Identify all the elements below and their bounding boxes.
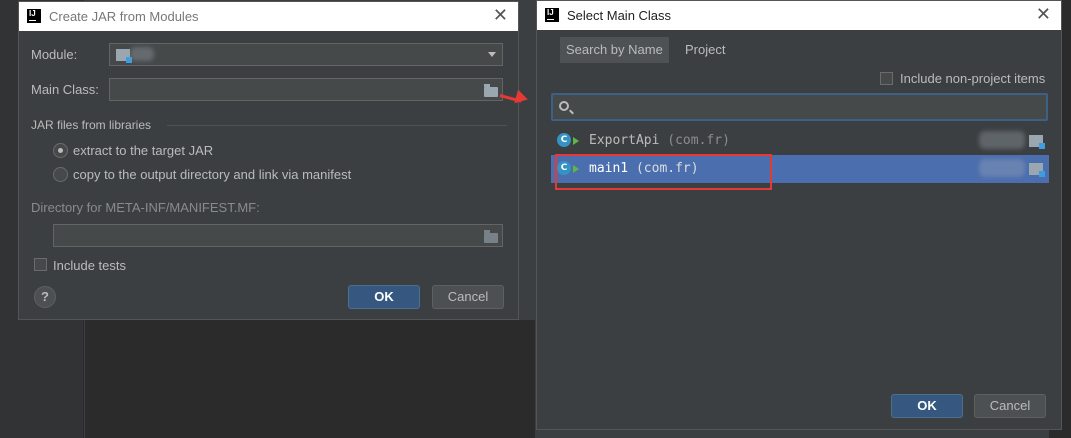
list-item-label: ExportApi (com.fr)	[589, 133, 730, 148]
search-input[interactable]	[551, 93, 1048, 121]
intellij-icon: IJ	[545, 8, 559, 22]
include-non-project-checkbox[interactable]	[880, 72, 893, 85]
ide-editor-background	[85, 320, 535, 438]
annotation-arrow-head	[514, 89, 530, 107]
close-icon[interactable]: ✕	[493, 5, 508, 26]
cancel-button[interactable]: Cancel	[974, 394, 1046, 418]
extract-label[interactable]: extract to the target JAR	[73, 143, 213, 158]
copy-radio[interactable]	[53, 167, 68, 182]
tab-search-by-name[interactable]: Search by Name	[560, 37, 669, 63]
tab-bar: Search by Name Project	[550, 37, 1050, 63]
close-icon[interactable]: ✕	[1036, 4, 1051, 25]
class-package: (com.fr)	[667, 133, 730, 148]
search-icon	[559, 101, 569, 111]
folder-icon[interactable]	[484, 84, 498, 97]
run-icon	[573, 137, 579, 145]
chevron-down-icon[interactable]	[488, 52, 496, 57]
redacted-module-name	[130, 47, 154, 61]
extract-radio[interactable]	[53, 143, 68, 158]
intellij-icon: IJ	[27, 9, 41, 23]
ok-button[interactable]: OK	[891, 394, 963, 418]
module-icon	[1029, 163, 1045, 177]
cancel-button[interactable]: Cancel	[432, 285, 504, 309]
create-jar-dialog: IJ Create JAR from Modules ✕ Module: Mai…	[18, 1, 519, 320]
copy-label[interactable]: copy to the output directory and link vi…	[73, 167, 351, 182]
tab-project[interactable]: Project	[679, 37, 732, 63]
jar-files-separator	[167, 125, 507, 126]
help-button[interactable]: ?	[34, 286, 56, 308]
include-tests-checkbox[interactable]	[34, 258, 47, 271]
manifest-dir-label: Directory for META-INF/MANIFEST.MF:	[31, 200, 260, 215]
main-class-field[interactable]	[109, 78, 503, 101]
select-main-class-dialog: IJ Select Main Class ✕ Search by Name Pr…	[536, 0, 1062, 430]
manifest-dir-field[interactable]	[53, 224, 503, 247]
include-tests-label[interactable]: Include tests	[53, 258, 126, 273]
jar-files-label: JAR files from libraries	[31, 118, 152, 132]
redacted-module	[979, 159, 1025, 177]
module-icon	[116, 49, 132, 63]
class-name: ExportApi	[589, 133, 660, 148]
create-jar-title: Create JAR from Modules	[49, 9, 199, 24]
create-jar-titlebar: IJ Create JAR from Modules ✕	[19, 2, 518, 31]
module-label: Module:	[31, 47, 78, 62]
ok-button[interactable]: OK	[348, 285, 420, 309]
class-icon: C	[557, 133, 571, 147]
folder-icon[interactable]	[484, 230, 498, 243]
module-icon	[1029, 135, 1045, 149]
module-select[interactable]	[109, 43, 503, 66]
annotation-highlight-box	[555, 154, 772, 190]
main-class-label: Main Class:	[31, 82, 99, 97]
include-non-project-label[interactable]: Include non-project items	[900, 71, 1045, 86]
select-main-class-titlebar: IJ Select Main Class ✕	[537, 1, 1061, 30]
select-main-class-title: Select Main Class	[567, 8, 672, 23]
list-item[interactable]: C ExportApi (com.fr)	[551, 127, 1049, 155]
redacted-module	[979, 131, 1025, 149]
